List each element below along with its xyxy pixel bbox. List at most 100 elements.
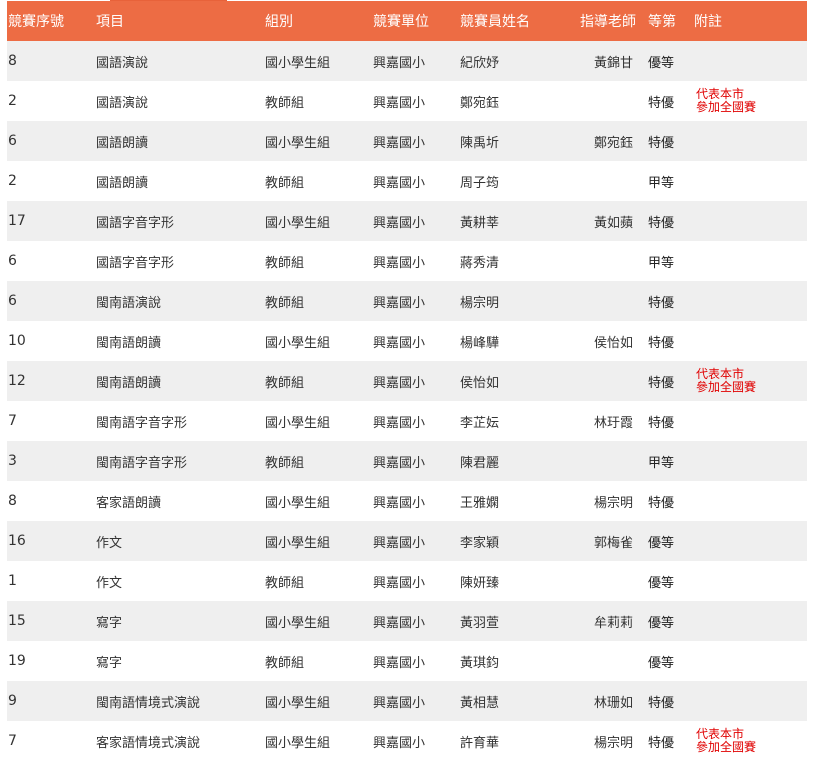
- cell-id: 8: [8, 53, 17, 69]
- cell-group: 國小學生組: [265, 335, 331, 351]
- note-text: 參加全國賽: [696, 100, 757, 114]
- cell-name: 李家穎: [460, 535, 500, 551]
- cell-id: 3: [8, 453, 17, 469]
- cell-teacher: 牟莉莉: [593, 615, 633, 631]
- cell-item: 閩南語字音字形: [96, 455, 188, 471]
- cell-name: 鄭宛鈺: [460, 95, 500, 111]
- cell-id: 7: [8, 733, 17, 749]
- cell-name: 黃羽萱: [460, 615, 500, 631]
- table-row: 9 閩南語情境式演說 國小學生組 興嘉國小 黃相慧 林珊如 特優: [7, 681, 807, 721]
- cell-note: [693, 321, 807, 361]
- cell-group: 教師組: [265, 575, 305, 591]
- cell-name: 陳禹圻: [460, 135, 500, 151]
- cell-rank: 特優: [648, 695, 675, 711]
- cell-item: 客家語朗讀: [96, 495, 162, 511]
- cell-item: 國語朗讀: [96, 135, 149, 151]
- cell-note: [693, 441, 807, 481]
- cell-unit: 興嘉國小: [373, 735, 426, 751]
- cell-id: 1: [8, 573, 17, 589]
- header-teacher: 指導老師: [580, 14, 636, 30]
- cell-teacher: 鄭宛鈺: [593, 135, 633, 151]
- note-text: 參加全國賽: [696, 380, 757, 394]
- cell-group: 教師組: [265, 455, 305, 471]
- cell-rank: 優等: [648, 575, 675, 591]
- table-header: 競賽序號 項目 組別 競賽單位 競賽員姓名 指導老師 等第 附註: [7, 1, 807, 41]
- cell-teacher: [579, 361, 647, 401]
- cell-group: 國小學生組: [265, 535, 331, 551]
- cell-note: [693, 641, 807, 681]
- cell-unit: 興嘉國小: [373, 95, 426, 111]
- cell-teacher: [579, 81, 647, 121]
- cell-name: 紀欣妤: [460, 55, 500, 71]
- cell-group: 國小學生組: [265, 415, 331, 431]
- cell-teacher: 侯怡如: [593, 335, 633, 351]
- table-row: 6 國語字音字形 教師組 興嘉國小 蔣秀清 甲等: [7, 241, 807, 281]
- cell-name: 黃相慧: [460, 695, 500, 711]
- cell-unit: 興嘉國小: [373, 535, 426, 551]
- cell-name: 黃琪鈞: [460, 655, 500, 671]
- cell-note: 代表本市 參加全國賽: [693, 81, 807, 121]
- header-item: 項目: [96, 14, 124, 30]
- cell-rank: 特優: [648, 735, 675, 751]
- cell-note: [693, 601, 807, 641]
- cell-note: [693, 121, 807, 161]
- cell-item: 國語朗讀: [96, 175, 149, 191]
- cell-item: 國語字音字形: [96, 215, 175, 231]
- cell-teacher: [579, 281, 647, 321]
- header-rank: 等第: [648, 14, 676, 30]
- header-row: 競賽序號 項目 組別 競賽單位 競賽員姓名 指導老師 等第 附註: [7, 1, 807, 41]
- cell-unit: 興嘉國小: [373, 55, 426, 71]
- cell-group: 國小學生組: [265, 615, 331, 631]
- cell-rank: 特優: [648, 95, 675, 111]
- cell-note: 代表本市 參加全國賽: [693, 361, 807, 401]
- cell-rank: 甲等: [648, 175, 675, 191]
- cell-name: 周子筠: [460, 175, 500, 191]
- cell-group: 國小學生組: [265, 735, 331, 751]
- table-row: 8 客家語朗讀 國小學生組 興嘉國小 王雅嫻 楊宗明 特優: [7, 481, 807, 521]
- results-table: 競賽序號 項目 組別 競賽單位 競賽員姓名 指導老師 等第 附註 8 國語演說 國小…: [7, 1, 807, 761]
- cell-teacher: 林珊如: [593, 695, 633, 711]
- cell-rank: 優等: [648, 615, 675, 631]
- table-row: 7 閩南語字音字形 國小學生組 興嘉國小 李芷妘 林玗霞 特優: [7, 401, 807, 441]
- cell-item: 作文: [96, 575, 123, 591]
- cell-note: [693, 481, 807, 521]
- cell-teacher: [579, 441, 647, 481]
- cell-note: 代表本市 參加全國賽: [693, 721, 807, 761]
- cell-item: 閩南語字音字形: [96, 415, 188, 431]
- cell-item: 閩南語演說: [96, 295, 162, 311]
- table-row: 16 作文 國小學生組 興嘉國小 李家穎 郭梅雀 優等: [7, 521, 807, 561]
- cell-rank: 甲等: [648, 255, 675, 271]
- table-row: 10 閩南語朗讀 國小學生組 興嘉國小 楊峰驊 侯怡如 特優: [7, 321, 807, 361]
- cell-teacher: 林玗霞: [593, 415, 633, 431]
- cell-note: [693, 521, 807, 561]
- cell-name: 黃耕莘: [460, 215, 500, 231]
- cell-group: 教師組: [265, 655, 305, 671]
- cell-note: [693, 401, 807, 441]
- cell-unit: 興嘉國小: [373, 695, 426, 711]
- cell-teacher: [579, 561, 647, 601]
- cell-id: 6: [8, 133, 17, 149]
- cell-id: 6: [8, 293, 17, 309]
- table-row: 6 閩南語演說 教師組 興嘉國小 楊宗明 特優: [7, 281, 807, 321]
- cell-note: [693, 561, 807, 601]
- cell-group: 教師組: [265, 175, 305, 191]
- table-row: 19 寫字 教師組 興嘉國小 黃琪鈞 優等: [7, 641, 807, 681]
- cell-name: 王雅嫻: [460, 495, 500, 511]
- cell-teacher: 楊宗明: [593, 495, 633, 511]
- cell-rank: 優等: [648, 55, 675, 71]
- cell-name: 蔣秀清: [460, 255, 500, 271]
- cell-group: 國小學生組: [265, 135, 331, 151]
- cell-note: [693, 241, 807, 281]
- table-row: 8 國語演說 國小學生組 興嘉國小 紀欣妤 黃錦甘 優等: [7, 41, 807, 81]
- table-row: 2 國語朗讀 教師組 興嘉國小 周子筠 甲等: [7, 161, 807, 201]
- cell-rank: 特優: [648, 135, 675, 151]
- cell-unit: 興嘉國小: [373, 575, 426, 591]
- cell-group: 國小學生組: [265, 495, 331, 511]
- cell-group: 教師組: [265, 95, 305, 111]
- table-row: 6 國語朗讀 國小學生組 興嘉國小 陳禹圻 鄭宛鈺 特優: [7, 121, 807, 161]
- cell-name: 許育華: [460, 735, 500, 751]
- cell-unit: 興嘉國小: [373, 175, 426, 191]
- cell-note: [693, 41, 807, 81]
- cell-rank: 特優: [648, 495, 675, 511]
- cell-id: 9: [8, 693, 17, 709]
